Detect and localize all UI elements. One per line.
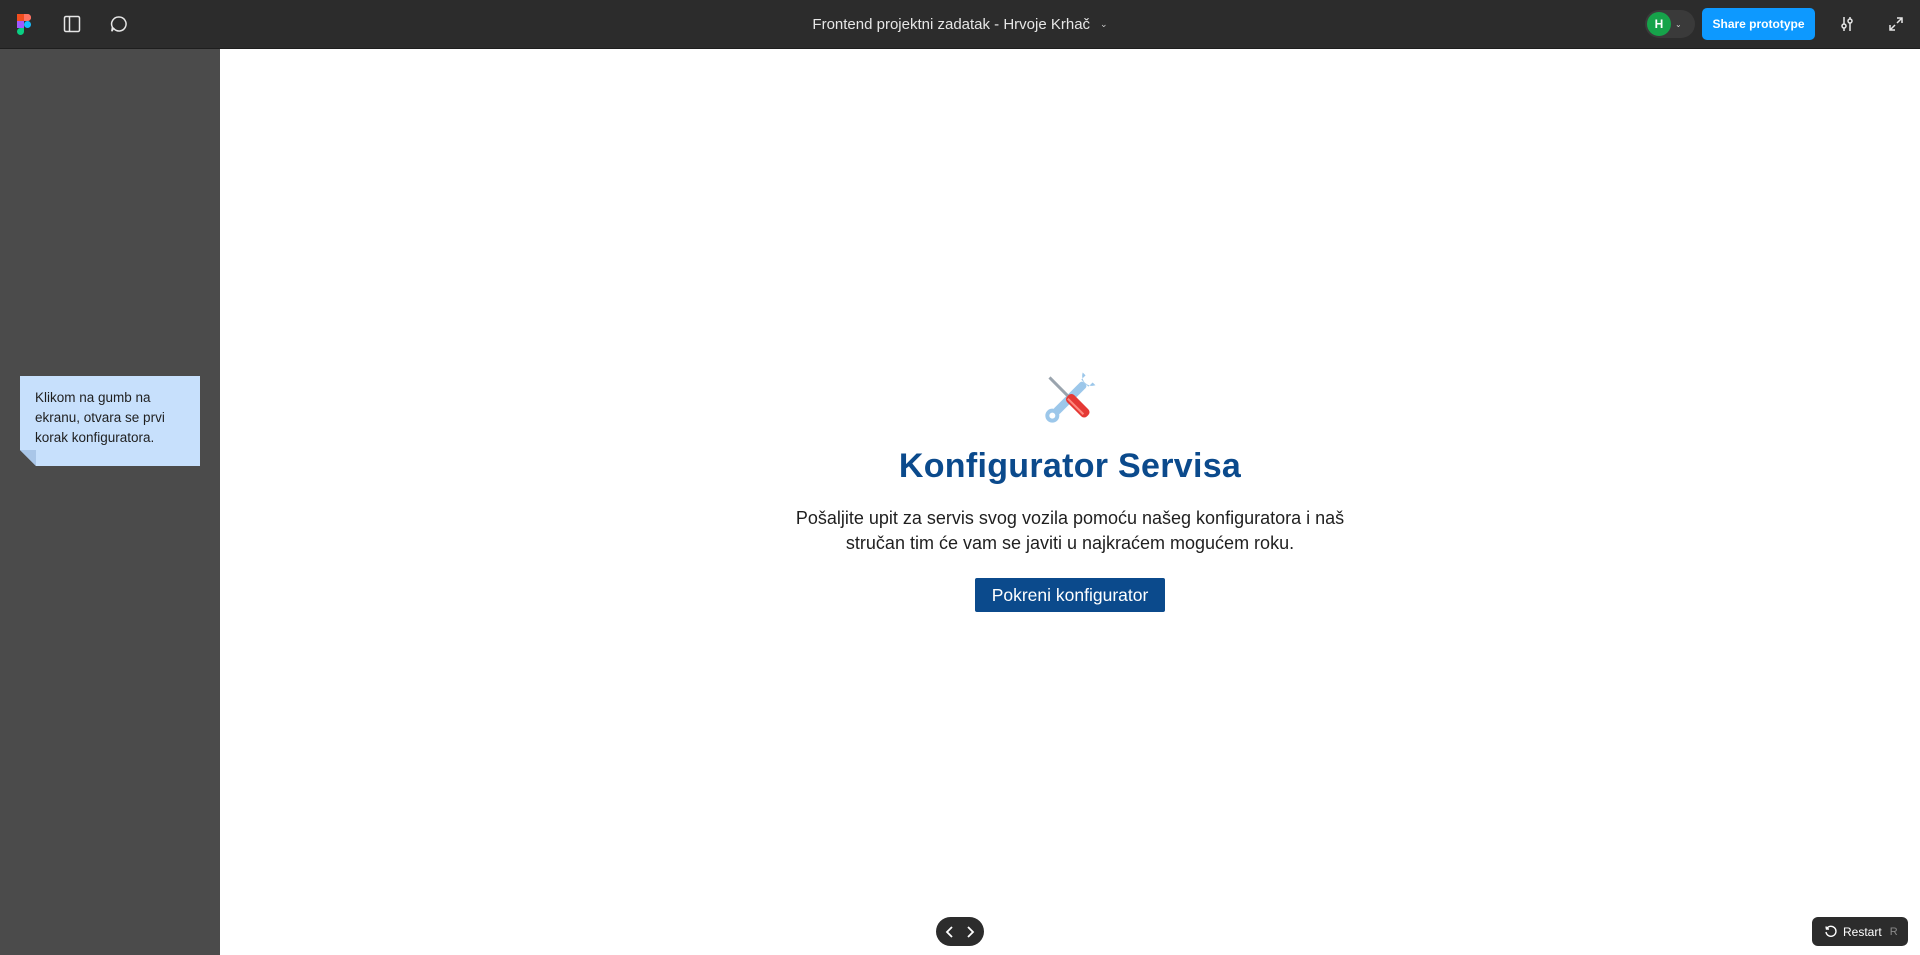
figma-logo-icon[interactable] bbox=[12, 12, 36, 36]
sticky-note-text: Klikom na gumb na ekranu, otvara se prvi… bbox=[35, 390, 165, 445]
left-panel: Klikom na gumb na ekranu, otvara se prvi… bbox=[0, 49, 220, 955]
hammer-and-wrench-icon bbox=[1045, 372, 1096, 423]
avatar: H bbox=[1647, 12, 1671, 36]
chevron-down-icon: ⌄ bbox=[1675, 19, 1682, 29]
sticky-note[interactable]: Klikom na gumb na ekranu, otvara se prvi… bbox=[20, 376, 200, 466]
start-configurator-button[interactable]: Pokreni konfigurator bbox=[975, 578, 1165, 612]
chevron-left-icon[interactable] bbox=[940, 921, 960, 943]
chevron-right-icon[interactable] bbox=[960, 921, 980, 943]
hero-section: Konfigurator Servisa Pošaljite upit za s… bbox=[220, 365, 1920, 612]
page-title: Konfigurator Servisa bbox=[898, 447, 1242, 485]
file-title: Frontend projektni zadatak - Hrvoje Krha… bbox=[812, 16, 1091, 33]
sidebar-panel-icon[interactable] bbox=[60, 12, 84, 36]
comment-bubble-icon[interactable] bbox=[107, 12, 131, 36]
sliders-icon[interactable] bbox=[1835, 12, 1859, 36]
restart-label: Restart bbox=[1843, 924, 1882, 939]
expand-icon[interactable] bbox=[1884, 12, 1908, 36]
share-prototype-button[interactable]: Share prototype bbox=[1702, 8, 1815, 40]
prototype-navigation bbox=[936, 917, 984, 946]
note-fold-corner bbox=[20, 450, 36, 466]
top-toolbar: Frontend projektni zadatak - Hrvoje Krha… bbox=[0, 0, 1920, 49]
restart-icon bbox=[1825, 925, 1837, 937]
file-title-menu[interactable]: Frontend projektni zadatak - Hrvoje Krha… bbox=[812, 16, 1107, 33]
restart-shortcut: R bbox=[1889, 925, 1898, 938]
title-wrap: Frontend projektni zadatak - Hrvoje Krha… bbox=[0, 0, 1920, 49]
chevron-down-icon: ⌄ bbox=[1100, 19, 1108, 29]
prototype-canvas: Konfigurator Servisa Pošaljite upit za s… bbox=[220, 49, 1920, 955]
page-description: Pošaljite upit za servis svog vozila pom… bbox=[795, 508, 1345, 553]
user-avatar-menu[interactable]: H ⌄ bbox=[1645, 10, 1695, 38]
restart-button[interactable]: Restart R bbox=[1812, 917, 1908, 946]
